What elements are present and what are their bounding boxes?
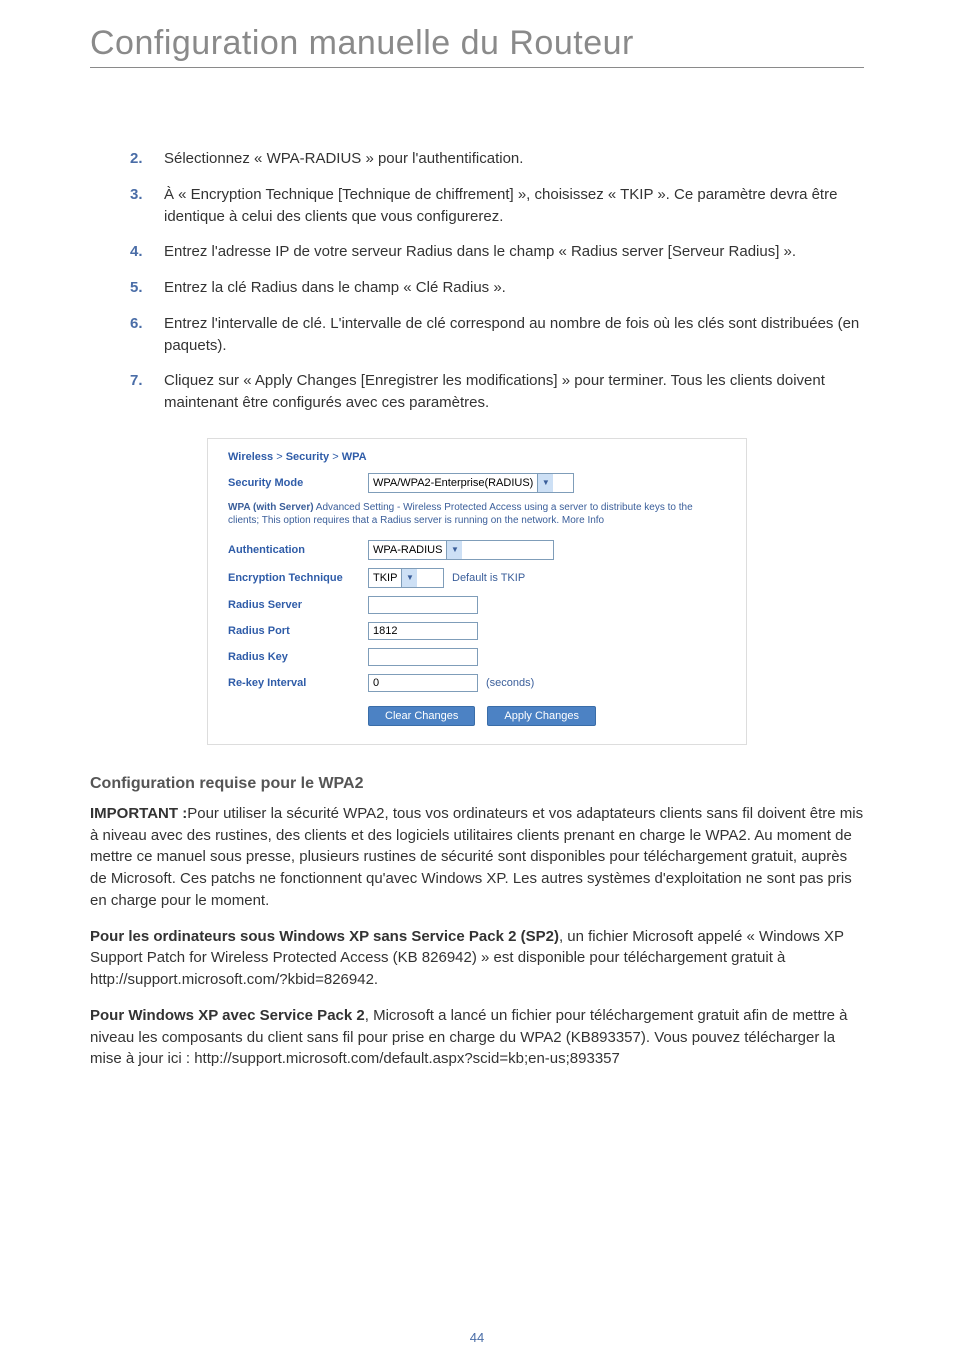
page-number: 44 bbox=[0, 1330, 954, 1345]
step-number: 4. bbox=[130, 241, 164, 263]
step-6: 6.Entrez l'intervalle de clé. L'interval… bbox=[130, 313, 864, 357]
wpa-note: WPA (with Server) Advanced Setting - Wir… bbox=[228, 501, 726, 528]
input-radius-key[interactable] bbox=[368, 648, 478, 666]
step-text: Entrez la clé Radius dans le champ « Clé… bbox=[164, 277, 864, 299]
step-text: Entrez l'adresse IP de votre serveur Rad… bbox=[164, 241, 864, 263]
page: Configuration manuelle du Routeur 2.Séle… bbox=[0, 0, 954, 1363]
clear-changes-button[interactable]: Clear Changes bbox=[368, 706, 475, 726]
crumb-sep: > bbox=[332, 451, 338, 463]
input-radius-server[interactable] bbox=[368, 596, 478, 614]
step-number: 6. bbox=[130, 313, 164, 357]
step-text: À « Encryption Technique [Technique de c… bbox=[164, 184, 864, 228]
select-value: WPA-RADIUS bbox=[373, 544, 442, 556]
para-sp2: Pour les ordinateurs sous Windows XP san… bbox=[90, 926, 864, 991]
rekey-unit: (seconds) bbox=[486, 677, 534, 689]
apply-changes-button[interactable]: Apply Changes bbox=[487, 706, 596, 726]
chevron-down-icon: ▼ bbox=[537, 474, 553, 492]
para-sp2b: Pour Windows XP avec Service Pack 2, Mic… bbox=[90, 1005, 864, 1070]
step-2: 2.Sélectionnez « WPA-RADIUS » pour l'aut… bbox=[130, 148, 864, 170]
step-7: 7.Cliquez sur « Apply Changes [Enregistr… bbox=[130, 370, 864, 414]
router-ui-screenshot: Wireless > Security > WPA Security Mode … bbox=[207, 438, 747, 745]
row-security-mode: Security Mode WPA/WPA2-Enterprise(RADIUS… bbox=[228, 473, 726, 493]
crumb-sep: > bbox=[276, 451, 282, 463]
step-3: 3.À « Encryption Technique [Technique de… bbox=[130, 184, 864, 228]
crumb-wpa: WPA bbox=[342, 451, 367, 463]
label-sp2b: Pour Windows XP avec Service Pack 2 bbox=[90, 1007, 365, 1024]
label-security-mode: Security Mode bbox=[228, 477, 368, 489]
label-radius-server: Radius Server bbox=[228, 599, 368, 611]
wpa-note-bold: WPA (with Server) bbox=[228, 502, 314, 513]
label-radius-key: Radius Key bbox=[228, 651, 368, 663]
step-number: 7. bbox=[130, 370, 164, 414]
label-authentication: Authentication bbox=[228, 544, 368, 556]
input-radius-port[interactable]: 1812 bbox=[368, 622, 478, 640]
crumb-wireless: Wireless bbox=[228, 451, 273, 463]
step-4: 4.Entrez l'adresse IP de votre serveur R… bbox=[130, 241, 864, 263]
step-number: 5. bbox=[130, 277, 164, 299]
button-row: Clear Changes Apply Changes bbox=[368, 706, 726, 726]
chevron-down-icon: ▼ bbox=[446, 541, 462, 559]
step-text: Sélectionnez « WPA-RADIUS » pour l'authe… bbox=[164, 148, 864, 170]
screenshot-container: Wireless > Security > WPA Security Mode … bbox=[90, 438, 864, 745]
label-important: IMPORTANT : bbox=[90, 805, 187, 822]
step-text: Cliquez sur « Apply Changes [Enregistrer… bbox=[164, 370, 864, 414]
row-encryption: Encryption Technique TKIP ▼ Default is T… bbox=[228, 568, 726, 588]
text-important: Pour utiliser la sécurité WPA2, tous vos… bbox=[90, 805, 863, 909]
select-value: TKIP bbox=[373, 572, 397, 584]
step-number: 2. bbox=[130, 148, 164, 170]
step-5: 5.Entrez la clé Radius dans le champ « C… bbox=[130, 277, 864, 299]
instruction-list: 2.Sélectionnez « WPA-RADIUS » pour l'aut… bbox=[130, 148, 864, 414]
heading-wpa2: Configuration requise pour le WPA2 bbox=[90, 775, 864, 793]
breadcrumb: Wireless > Security > WPA bbox=[228, 451, 726, 463]
page-title: Configuration manuelle du Routeur bbox=[90, 24, 864, 63]
row-radius-port: Radius Port 1812 bbox=[228, 622, 726, 640]
label-sp2: Pour les ordinateurs sous Windows XP san… bbox=[90, 928, 559, 945]
label-encryption: Encryption Technique bbox=[228, 572, 368, 584]
encryption-hint: Default is TKIP bbox=[452, 572, 525, 584]
row-radius-server: Radius Server bbox=[228, 596, 726, 614]
title-rule bbox=[90, 67, 864, 68]
select-encryption[interactable]: TKIP ▼ bbox=[368, 568, 444, 588]
select-authentication[interactable]: WPA-RADIUS ▼ bbox=[368, 540, 554, 560]
input-rekey[interactable]: 0 bbox=[368, 674, 478, 692]
row-radius-key: Radius Key bbox=[228, 648, 726, 666]
select-value: WPA/WPA2-Enterprise(RADIUS) bbox=[373, 477, 533, 489]
label-radius-port: Radius Port bbox=[228, 625, 368, 637]
step-text: Entrez l'intervalle de clé. L'intervalle… bbox=[164, 313, 864, 357]
row-authentication: Authentication WPA-RADIUS ▼ bbox=[228, 540, 726, 560]
step-number: 3. bbox=[130, 184, 164, 228]
crumb-security: Security bbox=[286, 451, 329, 463]
chevron-down-icon: ▼ bbox=[401, 569, 417, 587]
select-security-mode[interactable]: WPA/WPA2-Enterprise(RADIUS) ▼ bbox=[368, 473, 574, 493]
para-important: IMPORTANT :Pour utiliser la sécurité WPA… bbox=[90, 803, 864, 912]
row-rekey: Re-key Interval 0 (seconds) bbox=[228, 674, 726, 692]
label-rekey: Re-key Interval bbox=[228, 677, 368, 689]
